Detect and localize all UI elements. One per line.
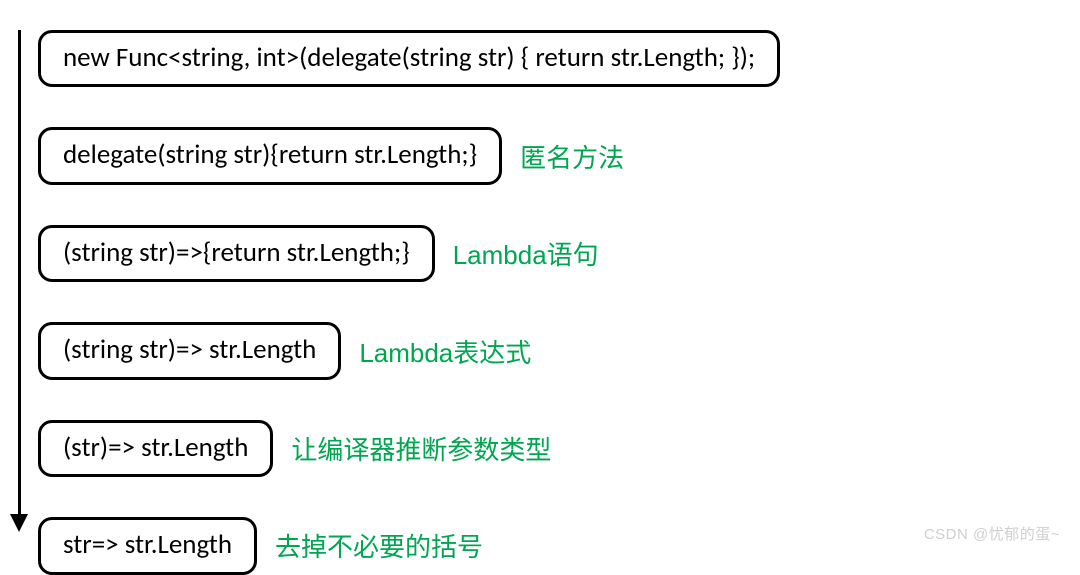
code-box: (string str)=>{return str.Length;}	[38, 225, 435, 282]
list-item: delegate(string str){return str.Length;}…	[38, 127, 1080, 184]
progression-arrow-line	[18, 30, 21, 520]
watermark-text: CSDN @忧郁的蛋~	[924, 523, 1060, 544]
row-label: Lambda语句	[453, 235, 599, 272]
list-item: (string str)=> str.Length Lambda表达式	[38, 322, 1080, 379]
code-box: new Func<string, int>(delegate(string st…	[38, 30, 780, 87]
list-item: (string str)=>{return str.Length;} Lambd…	[38, 225, 1080, 282]
code-box: delegate(string str){return str.Length;}	[38, 127, 502, 184]
progression-arrow-head	[10, 514, 28, 532]
list-item: (str)=> str.Length 让编译器推断参数类型	[38, 420, 1080, 477]
code-box: str=> str.Length	[38, 517, 257, 574]
row-label: Lambda表达式	[359, 333, 531, 370]
code-box: (str)=> str.Length	[38, 420, 273, 477]
row-label: 让编译器推断参数类型	[291, 430, 551, 467]
row-label: 去掉不必要的括号	[275, 527, 483, 564]
row-label: 匿名方法	[520, 138, 624, 175]
diagram-container: new Func<string, int>(delegate(string st…	[0, 0, 1080, 575]
rows-list: new Func<string, int>(delegate(string st…	[38, 30, 1080, 575]
list-item: new Func<string, int>(delegate(string st…	[38, 30, 1080, 87]
code-box: (string str)=> str.Length	[38, 322, 341, 379]
